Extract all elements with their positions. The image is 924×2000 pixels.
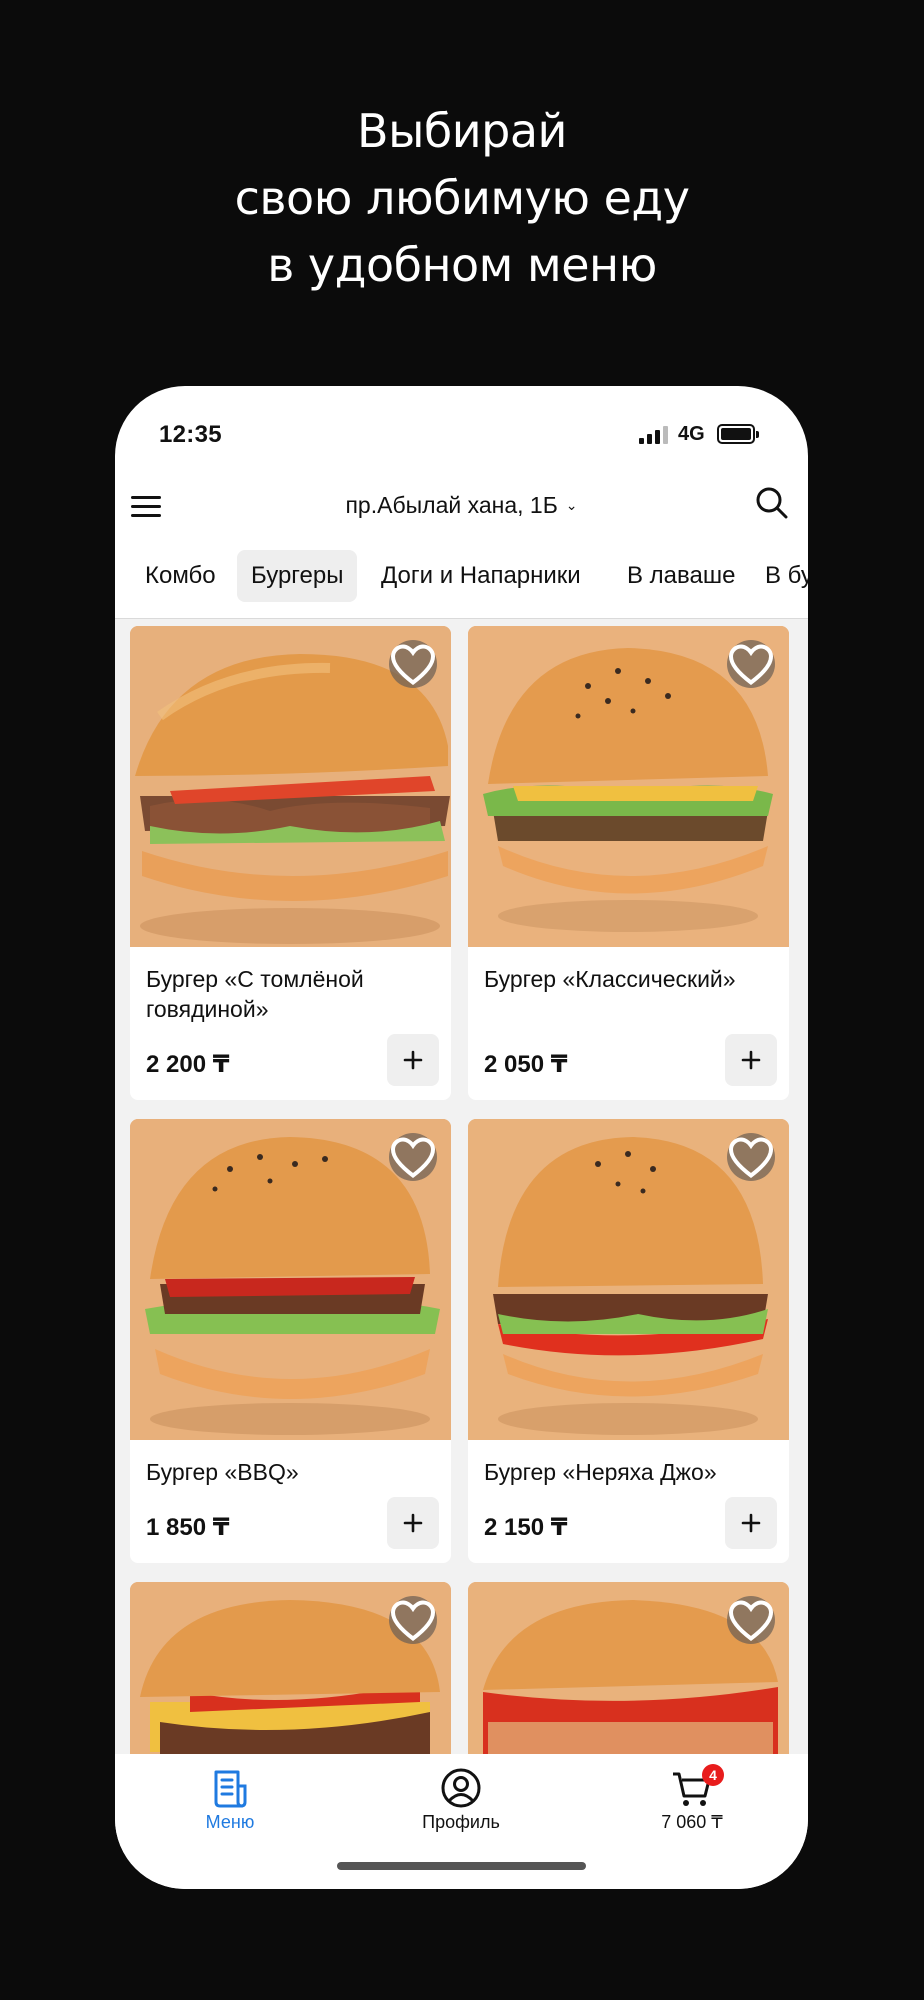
tab-burgers[interactable]: Бургеры (237, 550, 358, 602)
add-to-cart-button[interactable] (725, 1034, 777, 1086)
signal-icon (639, 426, 669, 444)
promo-headline: Выбирай свою любимую еду в удобном меню (0, 98, 924, 299)
address-selector[interactable]: пр.Абылай хана, 1Б ⌄ (115, 492, 808, 519)
product-card[interactable]: Бургер «Классический» 2 050 ₸ (468, 626, 789, 1100)
plus-icon (741, 1050, 761, 1070)
phone-screen: 12:35 4G пр.Абылай хана, 1Б ⌄ Комбо Бурге… (115, 386, 808, 1889)
tab-lavash[interactable]: В лаваше (613, 550, 749, 602)
favorite-heart-icon[interactable] (727, 640, 775, 688)
tab-profile-label: Профиль (422, 1812, 500, 1832)
product-image (468, 1119, 789, 1440)
menu-document-icon (214, 1770, 247, 1808)
home-indicator[interactable] (337, 1862, 586, 1870)
tab-menu-label: Меню (205, 1812, 255, 1832)
product-name: Бургер «Классический» (484, 966, 736, 992)
promo-line-2: свою любимую еду (234, 171, 690, 225)
favorite-heart-icon[interactable] (389, 1133, 437, 1181)
add-to-cart-button[interactable] (387, 1497, 439, 1549)
product-price: 1 850 ₸ (146, 1514, 230, 1541)
product-card[interactable]: Бургер «С томлёной говядиной» 2 200 ₸ (130, 626, 451, 1100)
status-bar: 12:35 4G (115, 386, 808, 466)
network-type: 4G (678, 423, 705, 445)
product-name: Бургер «С томлёной говядиной» (146, 966, 364, 1022)
product-image (468, 626, 789, 947)
plus-icon (403, 1513, 423, 1533)
tab-dogs[interactable]: Доги и Напарники (367, 550, 595, 602)
product-name: Бургер «Неряха Джо» (484, 1459, 717, 1485)
category-tabs: Комбо Бургеры Доги и Напарники В лаваше … (115, 550, 808, 606)
product-image (468, 1582, 789, 1754)
cart-total: 7 060 ₸ (661, 1812, 723, 1832)
favorite-heart-icon[interactable] (727, 1596, 775, 1644)
favorite-heart-icon[interactable] (389, 1596, 437, 1644)
product-card[interactable]: Бургер «Неряха Джо» 2 150 ₸ (468, 1119, 789, 1563)
product-price: 2 150 ₸ (484, 1514, 568, 1541)
favorite-heart-icon[interactable] (727, 1133, 775, 1181)
address-text: пр.Абылай хана, 1Б (345, 492, 558, 518)
battery-icon (717, 424, 759, 444)
product-name: Бургер «BBQ» (146, 1459, 299, 1485)
product-grid: Бургер «С томлёной говядиной» 2 200 ₸ Бу… (115, 618, 808, 1754)
add-to-cart-button[interactable] (725, 1497, 777, 1549)
product-card[interactable]: Бургер «BBQ» 1 850 ₸ (130, 1119, 451, 1563)
favorite-heart-icon[interactable] (389, 640, 437, 688)
promo-line-1: Выбирай (357, 104, 567, 158)
add-to-cart-button[interactable] (387, 1034, 439, 1086)
chevron-down-icon: ⌄ (565, 497, 578, 513)
tab-next[interactable]: В бу (751, 550, 808, 602)
status-time: 12:35 (159, 421, 222, 448)
product-card[interactable] (130, 1582, 451, 1754)
plus-icon (403, 1050, 423, 1070)
search-icon[interactable] (755, 486, 789, 520)
product-image (130, 626, 451, 947)
cart-count-badge: 4 (702, 1764, 724, 1786)
product-image (130, 1582, 451, 1754)
profile-icon (441, 1768, 481, 1808)
product-image (130, 1119, 451, 1440)
plus-icon (741, 1513, 761, 1533)
product-price: 2 050 ₸ (484, 1051, 568, 1078)
product-card[interactable] (468, 1582, 789, 1754)
tab-combo[interactable]: Комбо (131, 550, 230, 602)
product-price: 2 200 ₸ (146, 1051, 230, 1078)
promo-line-3: в удобном меню (267, 238, 657, 292)
